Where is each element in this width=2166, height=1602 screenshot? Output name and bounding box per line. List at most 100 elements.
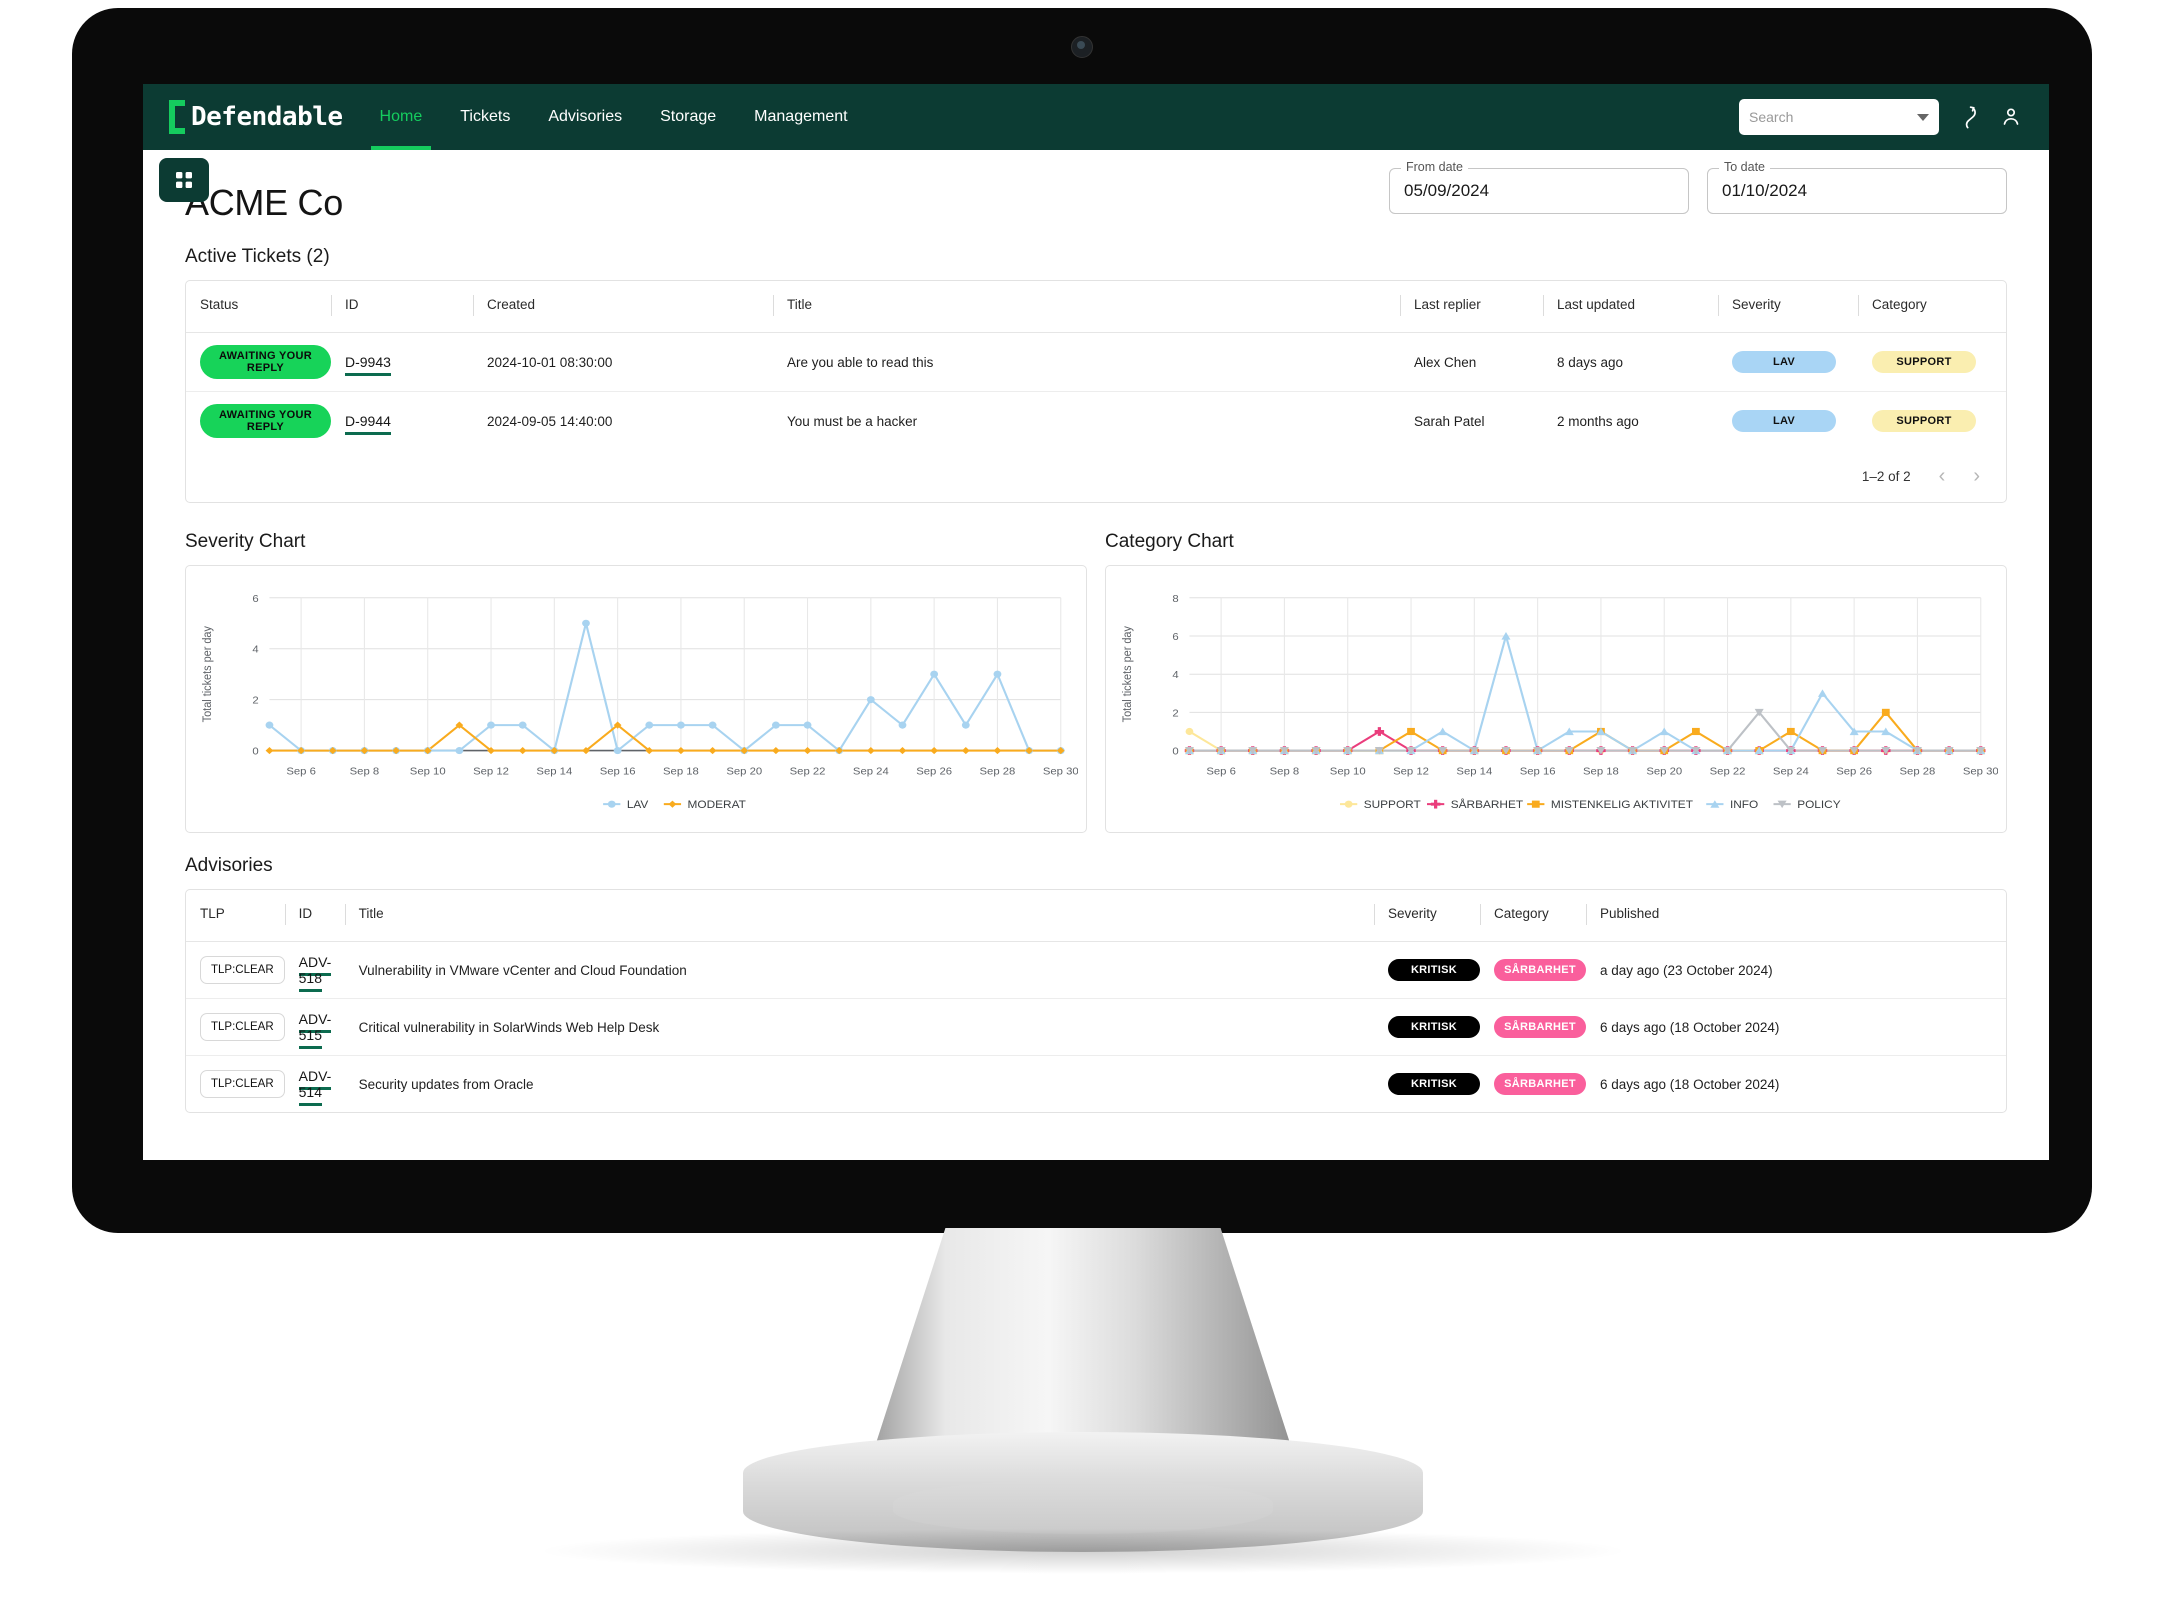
cell-last-replier: Alex Chen bbox=[1400, 332, 1543, 392]
status-badge: AWAITING YOUR REPLY bbox=[200, 404, 331, 438]
nav-item-management[interactable]: Management bbox=[735, 84, 866, 150]
nav-item-advisories[interactable]: Advisories bbox=[529, 84, 641, 150]
to-date-field[interactable]: To date 01/10/2024 bbox=[1707, 160, 2007, 214]
severity-badge: LAV bbox=[1732, 351, 1836, 373]
svg-text:Sep 20: Sep 20 bbox=[1646, 766, 1682, 777]
severity-chart-title: Severity Chart bbox=[185, 531, 306, 552]
svg-text:6: 6 bbox=[252, 593, 258, 604]
svg-text:Sep 22: Sep 22 bbox=[1710, 766, 1746, 777]
advisories-card: TLP ID Title Severity Category Published… bbox=[185, 889, 2007, 1113]
tickets-header-row: Status ID Created Title Last replier Las… bbox=[186, 281, 2006, 333]
svg-text:0: 0 bbox=[1172, 746, 1178, 757]
col-title[interactable]: Title bbox=[773, 281, 1400, 333]
cell-adv-id: ADV-515 bbox=[284, 998, 345, 1056]
cell-adv-severity: KRITISK bbox=[1374, 941, 1480, 999]
col-adv-published[interactable]: Published bbox=[1586, 890, 2006, 942]
advisory-category-badge: SÅRBARHET bbox=[1494, 1016, 1586, 1038]
table-row[interactable]: TLP:CLEAR ADV-515 Critical vulnerability… bbox=[186, 998, 2006, 1056]
status-badge: AWAITING YOUR REPLY bbox=[200, 345, 331, 379]
page-content: ACME Co From date 05/09/2024 To date 01/… bbox=[143, 150, 2049, 1113]
col-created[interactable]: Created bbox=[473, 281, 773, 333]
svg-text:Sep 18: Sep 18 bbox=[1583, 766, 1619, 777]
cell-adv-published: a day ago (23 October 2024) bbox=[1586, 941, 2006, 999]
cell-category: SUPPORT bbox=[1858, 332, 2006, 392]
severity-chart-column: Severity Chart 0 2 4 6 Sep 6 Sep 8 Sep 10 Sep 1… bbox=[185, 509, 1087, 833]
category-chart-title: Category Chart bbox=[1105, 531, 1234, 552]
cell-adv-id: ADV-514 bbox=[285, 1056, 345, 1113]
tlp-badge: TLP:CLEAR bbox=[200, 1070, 285, 1098]
page-header: ACME Co From date 05/09/2024 To date 01/… bbox=[185, 160, 2007, 224]
cell-adv-title: Critical vulnerability in SolarWinds Web… bbox=[344, 998, 1374, 1056]
nav-item-home[interactable]: Home bbox=[361, 84, 442, 150]
category-badge: SUPPORT bbox=[1872, 351, 1976, 373]
search-input[interactable] bbox=[1749, 109, 1899, 125]
svg-text:Total tickets per day: Total tickets per day bbox=[1122, 626, 1134, 723]
to-date-label: To date bbox=[1719, 160, 1771, 174]
svg-text:INFO: INFO bbox=[1730, 800, 1758, 811]
nav-item-storage[interactable]: Storage bbox=[641, 84, 735, 150]
nav-right-cluster bbox=[1739, 99, 2049, 135]
screenshot-root: Defendable Home Tickets Advisories Stora… bbox=[0, 0, 2166, 1602]
cell-adv-id: ADV-518 bbox=[284, 941, 345, 999]
cell-adv-severity: KRITISK bbox=[1374, 998, 1480, 1056]
table-row[interactable]: AWAITING YOUR REPLY D-9944 2024-09-05 14… bbox=[186, 392, 2006, 451]
col-id[interactable]: ID bbox=[331, 281, 473, 333]
cell-adv-severity: KRITISK bbox=[1374, 1056, 1480, 1113]
col-category[interactable]: Category bbox=[1858, 281, 2006, 333]
search-box[interactable] bbox=[1739, 99, 1939, 135]
table-row[interactable]: TLP:CLEAR ADV-518 Vulnerability in VMwar… bbox=[186, 941, 2006, 999]
bracket-logo-icon bbox=[169, 100, 185, 134]
from-date-field[interactable]: From date 05/09/2024 bbox=[1389, 160, 1689, 214]
cell-severity: LAV bbox=[1718, 392, 1858, 451]
svg-text:Sep 26: Sep 26 bbox=[1836, 766, 1872, 777]
cell-tlp: TLP:CLEAR bbox=[186, 941, 285, 999]
cell-severity: LAV bbox=[1718, 332, 1858, 392]
phone-icon[interactable] bbox=[1957, 105, 1981, 129]
cell-last-updated: 2 months ago bbox=[1557, 413, 1639, 429]
svg-text:Sep 14: Sep 14 bbox=[536, 766, 572, 777]
cell-title: Are you able to read this bbox=[773, 332, 1400, 392]
apps-grid-button[interactable] bbox=[159, 158, 209, 202]
col-adv-category[interactable]: Category bbox=[1480, 890, 1586, 942]
svg-text:Sep 28: Sep 28 bbox=[1900, 766, 1936, 777]
cell-id: D-9944 bbox=[331, 392, 473, 451]
cell-created: 2024-09-05 14:40:00 bbox=[487, 413, 613, 429]
col-adv-severity[interactable]: Severity bbox=[1374, 890, 1480, 942]
advisory-severity-badge: KRITISK bbox=[1388, 1073, 1480, 1095]
advisory-id-link[interactable]: ADV-514 bbox=[298, 1068, 332, 1106]
col-last-replier[interactable]: Last replier bbox=[1400, 281, 1543, 333]
chevron-down-icon[interactable] bbox=[1917, 113, 1929, 121]
active-tickets-heading: Active Tickets (2) bbox=[185, 246, 330, 267]
cell-adv-category: SÅRBARHET bbox=[1480, 1056, 1586, 1113]
svg-text:Total tickets per day: Total tickets per day bbox=[202, 626, 214, 723]
advisory-severity-badge: KRITISK bbox=[1388, 1016, 1480, 1038]
col-tlp[interactable]: TLP bbox=[186, 890, 285, 942]
advisory-id-link[interactable]: ADV-515 bbox=[298, 1011, 332, 1049]
ticket-id-link[interactable]: D-9943 bbox=[345, 354, 391, 376]
svg-text:Sep 26: Sep 26 bbox=[916, 766, 952, 777]
col-severity[interactable]: Severity bbox=[1718, 281, 1858, 333]
svg-text:Sep 6: Sep 6 bbox=[1206, 766, 1236, 777]
table-row[interactable]: TLP:CLEAR ADV-514 Security updates from … bbox=[186, 1056, 2006, 1113]
cell-id: D-9943 bbox=[331, 332, 473, 392]
svg-text:2: 2 bbox=[1172, 708, 1178, 719]
col-status[interactable]: Status bbox=[186, 281, 331, 333]
table-row[interactable]: AWAITING YOUR REPLY D-9943 2024-10-01 08… bbox=[186, 332, 2006, 392]
pagination: 1–2 of 2 ‹ › bbox=[186, 450, 2006, 502]
user-account-icon[interactable] bbox=[1999, 105, 2023, 129]
brand-logo[interactable]: Defendable bbox=[165, 100, 343, 134]
col-adv-title[interactable]: Title bbox=[344, 890, 1374, 942]
col-last-updated[interactable]: Last updated bbox=[1543, 281, 1718, 333]
nav-item-tickets[interactable]: Tickets bbox=[441, 84, 529, 150]
svg-text:0: 0 bbox=[252, 746, 258, 757]
cell-adv-title: Vulnerability in VMware vCenter and Clou… bbox=[344, 941, 1374, 999]
svg-text:Sep 30: Sep 30 bbox=[1043, 766, 1078, 777]
pagination-prev-icon[interactable]: ‹ bbox=[1939, 466, 1946, 486]
col-adv-id[interactable]: ID bbox=[284, 890, 345, 942]
ticket-id-link[interactable]: D-9944 bbox=[345, 413, 391, 435]
category-chart-column: Category Chart 0 2 4 6 8 Sep 6 Sep 8 Sep 10 Sep … bbox=[1105, 509, 2007, 833]
svg-text:Sep 10: Sep 10 bbox=[1330, 766, 1366, 777]
pagination-next-icon[interactable]: › bbox=[1973, 466, 1980, 486]
advisory-id-link[interactable]: ADV-518 bbox=[298, 954, 332, 992]
svg-text:MISTENKELIG AKTIVITET: MISTENKELIG AKTIVITET bbox=[1551, 800, 1693, 811]
